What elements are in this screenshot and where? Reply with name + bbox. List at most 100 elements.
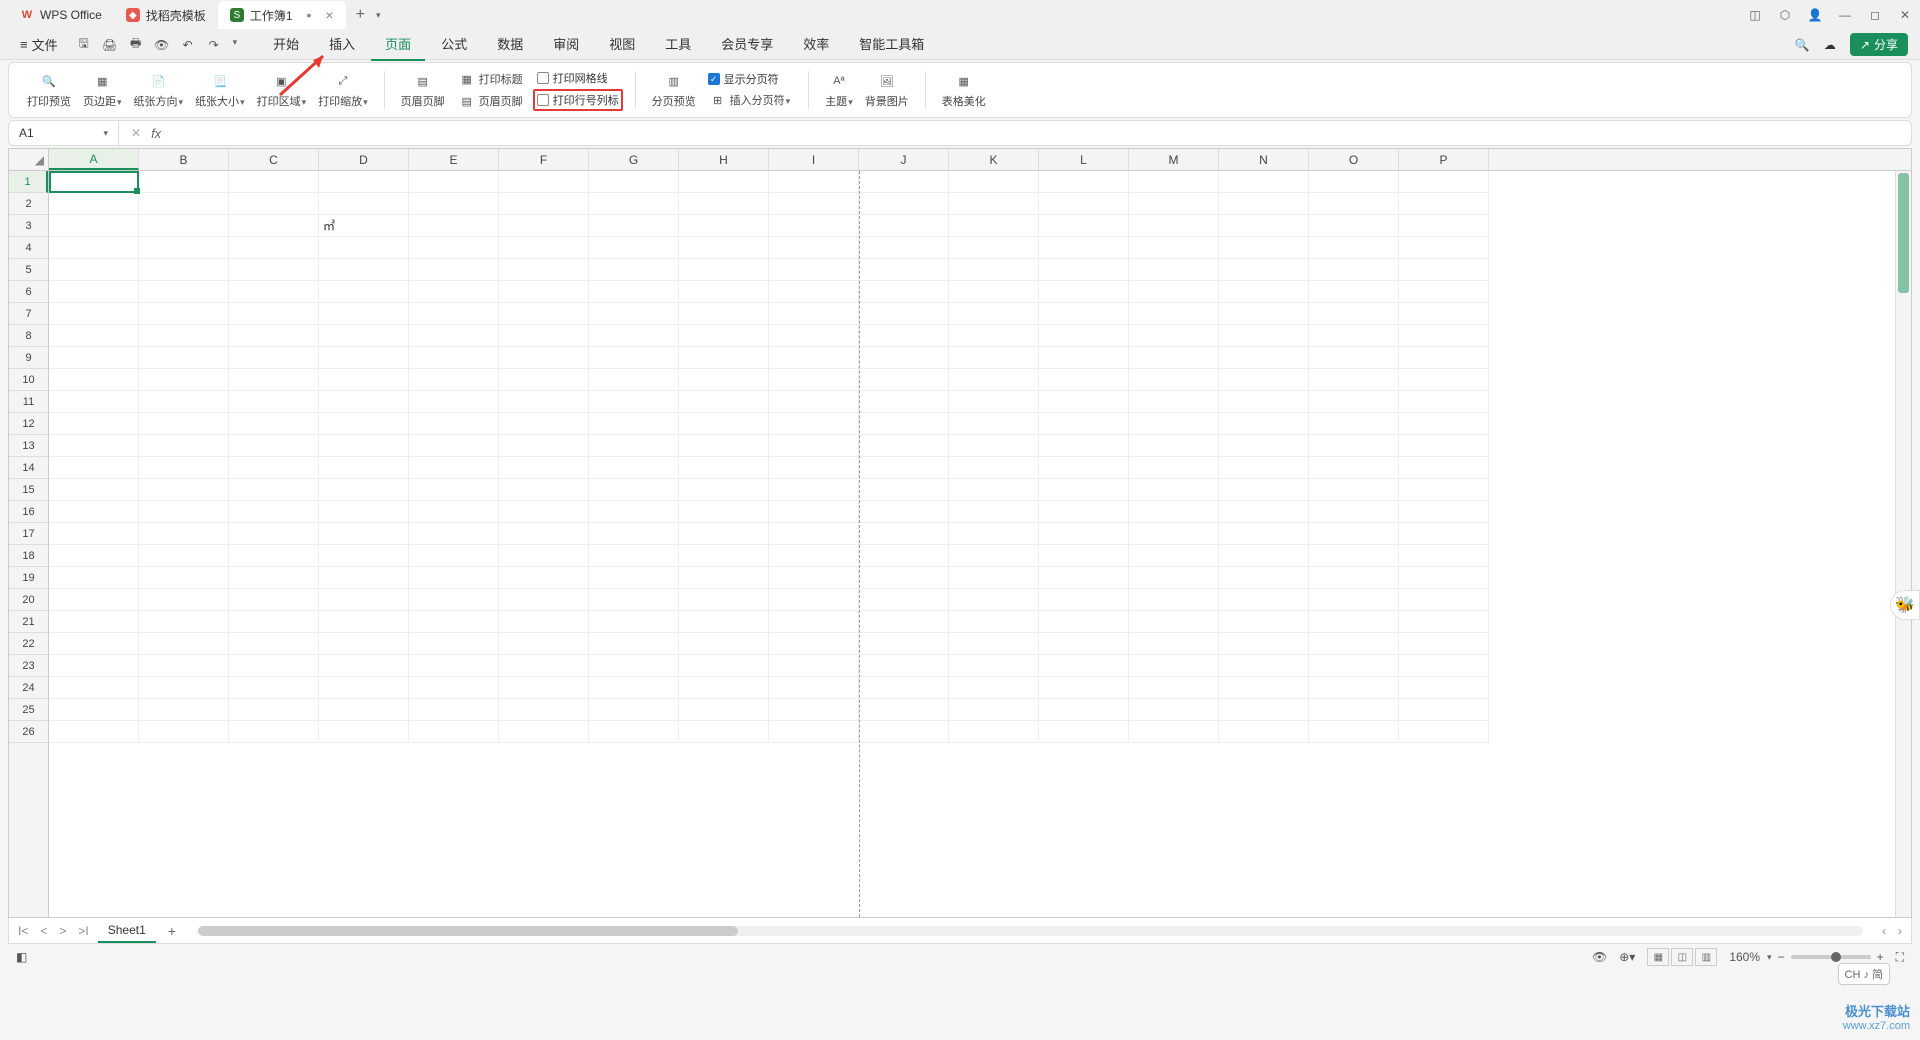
cell[interactable] <box>229 171 319 193</box>
cell[interactable] <box>1219 259 1309 281</box>
cell[interactable] <box>499 501 589 523</box>
background-button[interactable]: 🖼 背景图片 <box>861 69 913 111</box>
cell[interactable] <box>1039 347 1129 369</box>
header-footer-button[interactable]: ▤ 页眉页脚 <box>397 69 449 111</box>
column-header[interactable]: N <box>1219 149 1309 170</box>
cell[interactable] <box>949 545 1039 567</box>
cell[interactable] <box>1309 501 1399 523</box>
tab-smart-toolbox[interactable]: 智能工具箱 <box>845 28 938 61</box>
cell[interactable] <box>409 479 499 501</box>
cell[interactable] <box>949 413 1039 435</box>
cell[interactable] <box>589 567 679 589</box>
cell[interactable] <box>1399 193 1489 215</box>
cell[interactable] <box>679 721 769 743</box>
cell[interactable] <box>679 655 769 677</box>
cell[interactable] <box>139 435 229 457</box>
cell[interactable] <box>499 611 589 633</box>
cell[interactable] <box>499 655 589 677</box>
cell[interactable] <box>769 171 859 193</box>
cell[interactable] <box>1309 677 1399 699</box>
cloud-icon[interactable]: ☁ <box>1822 37 1838 53</box>
print-preview-icon[interactable]: 👁 <box>154 37 170 53</box>
cell[interactable] <box>1399 391 1489 413</box>
cell[interactable] <box>769 501 859 523</box>
cell[interactable] <box>49 655 139 677</box>
cell[interactable] <box>1399 303 1489 325</box>
cell[interactable] <box>769 193 859 215</box>
cell[interactable] <box>589 501 679 523</box>
cell[interactable] <box>409 633 499 655</box>
qat-dropdown[interactable]: ▾ <box>233 37 238 53</box>
cell[interactable] <box>319 347 409 369</box>
column-header[interactable]: M <box>1129 149 1219 170</box>
cell[interactable] <box>1219 501 1309 523</box>
row-header[interactable]: 18 <box>9 545 48 567</box>
cell[interactable] <box>409 611 499 633</box>
cell[interactable] <box>319 193 409 215</box>
cell[interactable] <box>679 457 769 479</box>
cell[interactable] <box>859 567 949 589</box>
cell[interactable] <box>1219 699 1309 721</box>
cell[interactable] <box>1039 215 1129 237</box>
search-icon[interactable]: 🔍 <box>1794 37 1810 53</box>
column-header[interactable]: C <box>229 149 319 170</box>
cell[interactable] <box>859 457 949 479</box>
cell[interactable] <box>1219 611 1309 633</box>
cell[interactable] <box>499 677 589 699</box>
sheet-nav-last-icon[interactable]: >I <box>75 924 91 938</box>
cell[interactable] <box>499 435 589 457</box>
assistant-bee-icon[interactable]: 🐝 <box>1890 590 1920 620</box>
cell[interactable] <box>499 589 589 611</box>
cell[interactable] <box>679 413 769 435</box>
cell[interactable] <box>769 699 859 721</box>
cell[interactable] <box>499 633 589 655</box>
cell[interactable] <box>1039 237 1129 259</box>
cell[interactable] <box>1129 457 1219 479</box>
cell[interactable] <box>1219 413 1309 435</box>
cell[interactable] <box>409 677 499 699</box>
cell[interactable] <box>499 479 589 501</box>
cell[interactable] <box>229 567 319 589</box>
cell[interactable] <box>769 413 859 435</box>
cell[interactable] <box>1129 721 1219 743</box>
cell[interactable] <box>679 435 769 457</box>
cell[interactable] <box>1129 215 1219 237</box>
cell[interactable] <box>49 633 139 655</box>
cell[interactable] <box>1219 567 1309 589</box>
cell[interactable] <box>1219 369 1309 391</box>
cell[interactable] <box>859 281 949 303</box>
cell[interactable] <box>1399 259 1489 281</box>
cell[interactable] <box>1129 545 1219 567</box>
cell[interactable] <box>1039 655 1129 677</box>
cell[interactable] <box>859 391 949 413</box>
cell[interactable] <box>769 457 859 479</box>
cell[interactable] <box>49 545 139 567</box>
cancel-icon[interactable]: ✕ <box>131 126 141 140</box>
cell[interactable] <box>769 589 859 611</box>
cell[interactable] <box>1399 435 1489 457</box>
cell[interactable] <box>229 259 319 281</box>
cell[interactable] <box>949 193 1039 215</box>
cell[interactable] <box>319 655 409 677</box>
cell[interactable] <box>1399 347 1489 369</box>
save-icon[interactable]: 🖫 <box>76 37 92 53</box>
cell[interactable] <box>139 193 229 215</box>
cell[interactable] <box>319 457 409 479</box>
cell[interactable] <box>859 193 949 215</box>
cell[interactable] <box>679 567 769 589</box>
row-header[interactable]: 3 <box>9 215 48 237</box>
cell[interactable] <box>319 611 409 633</box>
cell[interactable] <box>1399 699 1489 721</box>
row-header[interactable]: 6 <box>9 281 48 303</box>
cell[interactable] <box>319 281 409 303</box>
cell[interactable] <box>1309 391 1399 413</box>
cell[interactable] <box>1039 479 1129 501</box>
cell[interactable] <box>679 479 769 501</box>
cell[interactable] <box>229 237 319 259</box>
cell[interactable] <box>679 699 769 721</box>
cell[interactable] <box>949 369 1039 391</box>
row-header[interactable]: 10 <box>9 369 48 391</box>
cell[interactable] <box>499 523 589 545</box>
row-header[interactable]: 11 <box>9 391 48 413</box>
cell[interactable] <box>1399 215 1489 237</box>
